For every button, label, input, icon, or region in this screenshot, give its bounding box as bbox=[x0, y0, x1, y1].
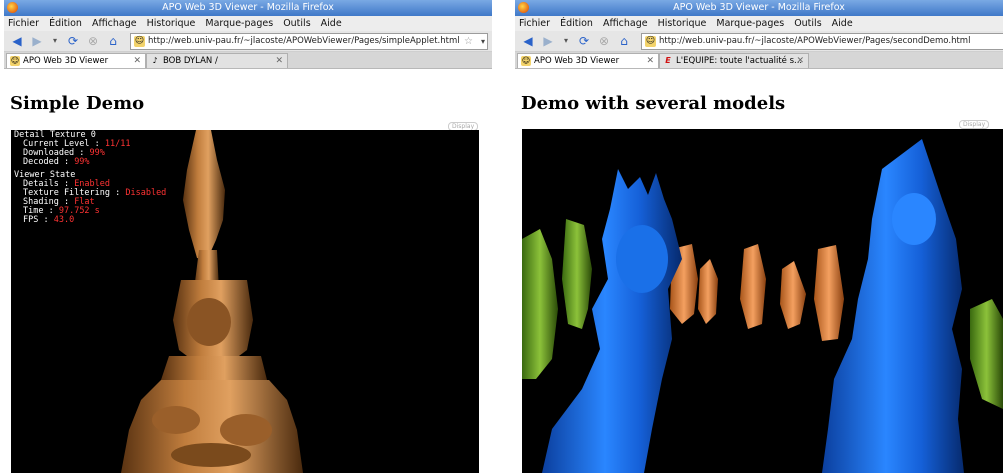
display-badge[interactable]: Display bbox=[959, 120, 990, 129]
music-note-icon: ♪ bbox=[152, 56, 158, 65]
address-bar[interactable]: ☺ http://web.univ-pau.fr/~jlacoste/APOWe… bbox=[130, 33, 488, 50]
url-text: http://web.univ-pau.fr/~jlacoste/APOWebV… bbox=[148, 36, 460, 46]
forward-arrow-icon[interactable]: ▶ bbox=[30, 34, 44, 48]
menu-edition[interactable]: Édition bbox=[49, 18, 82, 29]
hud-value: Disabled bbox=[125, 188, 167, 198]
site-favicon-icon: ☺ bbox=[645, 36, 656, 47]
page-icon: ☺ bbox=[10, 56, 20, 66]
menu-bar: Fichier Édition Affichage Historique Mar… bbox=[515, 16, 1003, 31]
tab-label: APO Web 3D Viewer bbox=[534, 56, 620, 66]
menu-historique[interactable]: Historique bbox=[658, 18, 707, 29]
hud-value: 99% bbox=[89, 148, 105, 158]
back-arrow-icon[interactable]: ◀ bbox=[521, 34, 535, 48]
hud-fps: FPS : 43.0 bbox=[14, 216, 166, 225]
menu-bar: Fichier Édition Affichage Historique Mar… bbox=[4, 16, 492, 31]
lequipe-icon: E bbox=[665, 56, 671, 65]
stop-icon[interactable]: ⊗ bbox=[597, 34, 611, 48]
tab-strip: ☺ APO Web 3D Viewer ✕ ♪ BOB DYLAN / ✕ bbox=[4, 52, 492, 69]
navigation-toolbar: ◀ ▶ ▾ ⟳ ⊗ ⌂ ☺ http://web.univ-pau.fr/~jl… bbox=[4, 31, 492, 52]
firefox-window-right: APO Web 3D Viewer - Mozilla Firefox Fich… bbox=[515, 0, 1003, 473]
window-title: APO Web 3D Viewer - Mozilla Firefox bbox=[673, 2, 845, 13]
stop-icon[interactable]: ⊗ bbox=[86, 34, 100, 48]
menu-aide[interactable]: Aide bbox=[832, 18, 853, 29]
hud-label: FPS : bbox=[23, 215, 49, 225]
page-heading: Simple Demo bbox=[10, 93, 145, 114]
menu-aide[interactable]: Aide bbox=[321, 18, 342, 29]
url-text: http://web.univ-pau.fr/~jlacoste/APOWebV… bbox=[659, 36, 971, 46]
title-bar: APO Web 3D Viewer - Mozilla Firefox bbox=[515, 0, 1003, 16]
tab-apo-web-3d-viewer[interactable]: ☺ APO Web 3D Viewer ✕ bbox=[517, 53, 659, 68]
tab-apo-web-3d-viewer[interactable]: ☺ APO Web 3D Viewer ✕ bbox=[6, 53, 146, 68]
menu-affichage[interactable]: Affichage bbox=[603, 18, 648, 29]
menu-fichier[interactable]: Fichier bbox=[8, 18, 39, 29]
menu-fichier[interactable]: Fichier bbox=[519, 18, 550, 29]
menu-marque-pages[interactable]: Marque-pages bbox=[716, 18, 784, 29]
hud-value: 99% bbox=[74, 157, 90, 167]
menu-marque-pages[interactable]: Marque-pages bbox=[205, 18, 273, 29]
statue-scene-models bbox=[522, 139, 1003, 473]
page-heading: Demo with several models bbox=[521, 93, 786, 114]
tab-strip: ☺ APO Web 3D Viewer ✕ E L'EQUIPE: toute … bbox=[515, 52, 1003, 69]
reload-icon[interactable]: ⟳ bbox=[577, 34, 591, 48]
menu-edition[interactable]: Édition bbox=[560, 18, 593, 29]
menu-affichage[interactable]: Affichage bbox=[92, 18, 137, 29]
menu-outils[interactable]: Outils bbox=[794, 18, 821, 29]
tab-label: L'EQUIPE: toute l'actualité s... bbox=[676, 56, 803, 66]
history-dropdown-icon[interactable]: ▾ bbox=[559, 34, 573, 48]
home-icon[interactable]: ⌂ bbox=[617, 34, 631, 48]
tab-label: BOB DYLAN / bbox=[163, 56, 218, 66]
site-favicon-icon: ☺ bbox=[134, 36, 145, 47]
3d-viewer-canvas[interactable]: Detail Texture 0 Current Level : 11/11 Dow… bbox=[11, 130, 479, 473]
title-bar: APO Web 3D Viewer - Mozilla Firefox bbox=[4, 0, 492, 16]
bookmark-star-icon[interactable]: ☆ bbox=[464, 34, 473, 49]
close-tab-icon[interactable]: ✕ bbox=[646, 54, 654, 68]
back-arrow-icon[interactable]: ◀ bbox=[10, 34, 24, 48]
window-title: APO Web 3D Viewer - Mozilla Firefox bbox=[162, 2, 334, 13]
history-dropdown-icon[interactable]: ▾ bbox=[48, 34, 62, 48]
firefox-icon bbox=[518, 2, 529, 13]
close-tab-icon[interactable]: ✕ bbox=[275, 54, 283, 68]
page-icon: ☺ bbox=[521, 56, 531, 66]
close-tab-icon[interactable]: ✕ bbox=[796, 54, 804, 68]
tab-label: APO Web 3D Viewer bbox=[23, 56, 109, 66]
tab-lequipe[interactable]: E L'EQUIPE: toute l'actualité s... ✕ bbox=[659, 53, 809, 68]
navigation-toolbar: ◀ ▶ ▾ ⟳ ⊗ ⌂ ☺ http://web.univ-pau.fr/~jl… bbox=[515, 31, 1003, 52]
menu-outils[interactable]: Outils bbox=[283, 18, 310, 29]
firefox-icon bbox=[7, 2, 18, 13]
close-tab-icon[interactable]: ✕ bbox=[133, 54, 141, 68]
hud-label: Decoded : bbox=[23, 157, 70, 167]
url-dropdown-icon[interactable]: ▾ bbox=[481, 34, 485, 49]
menu-historique[interactable]: Historique bbox=[147, 18, 196, 29]
address-bar[interactable]: ☺ http://web.univ-pau.fr/~jlacoste/APOWe… bbox=[641, 33, 1003, 50]
3d-viewer-canvas[interactable] bbox=[522, 129, 1003, 473]
reload-icon[interactable]: ⟳ bbox=[66, 34, 80, 48]
home-icon[interactable]: ⌂ bbox=[106, 34, 120, 48]
hud-value: 43.0 bbox=[53, 215, 75, 225]
forward-arrow-icon[interactable]: ▶ bbox=[541, 34, 555, 48]
firefox-window-left: APO Web 3D Viewer - Mozilla Firefox Fich… bbox=[4, 0, 492, 473]
viewer-stats-overlay: Detail Texture 0 Current Level : 11/11 Dow… bbox=[14, 131, 166, 225]
hud-decoded: Decoded : 99% bbox=[14, 158, 166, 167]
hud-value: 11/11 bbox=[104, 139, 131, 149]
tab-bob-dylan[interactable]: ♪ BOB DYLAN / ✕ bbox=[146, 53, 288, 68]
